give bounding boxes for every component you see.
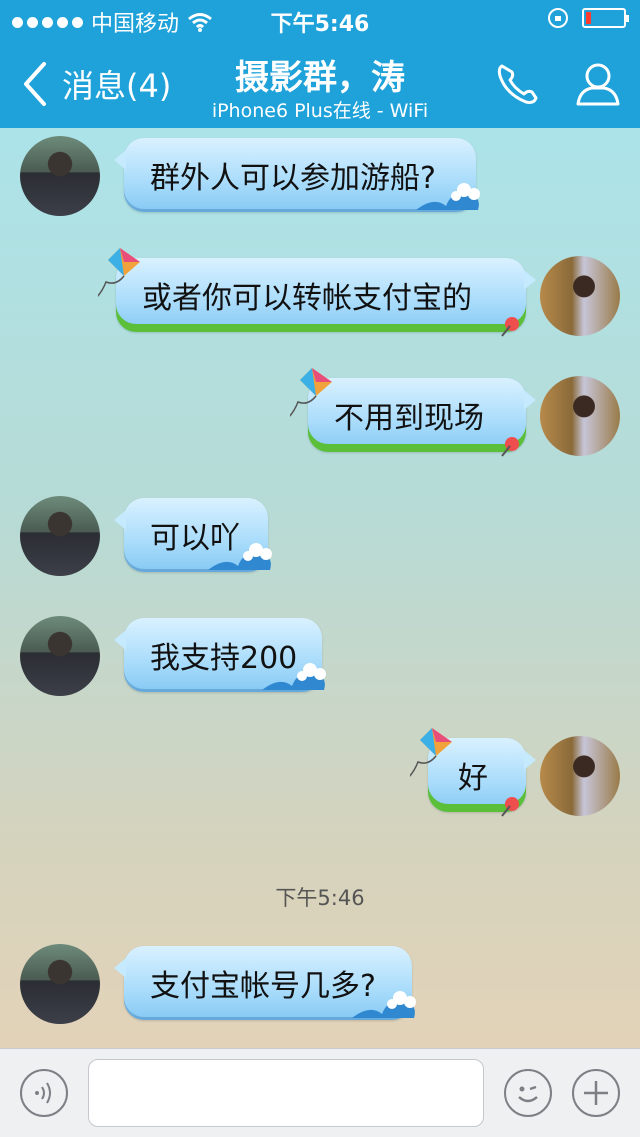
- message-text: 支付宝帐号几多?: [150, 969, 376, 1004]
- pushpin-decoration-icon: [501, 797, 519, 817]
- chat-header: 消息(4) 摄影群，涛 iPhone6 Plus在线 - WiFi: [0, 40, 640, 128]
- kite-decoration-icon: [98, 248, 140, 297]
- plus-icon: [584, 1081, 608, 1105]
- battery-icon: [582, 8, 629, 28]
- self-avatar[interactable]: [540, 256, 620, 336]
- contact-profile-icon[interactable]: [572, 58, 624, 110]
- voice-input-button[interactable]: [20, 1069, 68, 1117]
- pushpin-decoration-icon: [501, 437, 519, 457]
- message-bubble-outgoing[interactable]: 不用到现场: [290, 368, 536, 457]
- battery-level: [586, 12, 591, 24]
- wave-decoration-icon: [262, 663, 326, 690]
- wave-decoration-icon: [208, 543, 272, 570]
- pushpin-decoration-icon: [501, 317, 519, 337]
- message-bubble-incoming[interactable]: 支付宝帐号几多?: [114, 946, 416, 1020]
- message-bubble-outgoing[interactable]: 或者你可以转帐支付宝的: [98, 248, 536, 337]
- message-input[interactable]: [88, 1059, 484, 1127]
- wave-decoration-icon: [352, 991, 416, 1018]
- self-avatar[interactable]: [540, 736, 620, 816]
- sender-avatar[interactable]: [20, 136, 100, 216]
- kite-decoration-icon: [410, 728, 452, 777]
- sender-avatar[interactable]: [20, 496, 100, 576]
- message-text: 群外人可以参加游船?: [150, 161, 436, 196]
- status-time: 下午5:46: [270, 12, 370, 37]
- sender-avatar[interactable]: [20, 616, 100, 696]
- orientation-lock-icon: [548, 8, 568, 28]
- status-bar: 中国移动 下午5:46: [0, 0, 640, 40]
- phone-icon[interactable]: [492, 58, 544, 110]
- chat-title: 摄影群，涛: [235, 58, 405, 98]
- message-text: 或者你可以转帐支付宝的: [142, 281, 472, 316]
- message-bubble-incoming[interactable]: 可以吖: [114, 498, 272, 572]
- wave-decoration-icon: [416, 183, 480, 210]
- message-text: 不用到现场: [334, 401, 484, 436]
- message-bubble-incoming[interactable]: 我支持200: [114, 618, 326, 692]
- kite-decoration-icon: [290, 368, 332, 417]
- voice-icon: [35, 1082, 51, 1104]
- emoji-icon: [518, 1085, 538, 1103]
- emoji-button[interactable]: [504, 1069, 552, 1117]
- message-bubble-outgoing[interactable]: 好: [410, 728, 536, 817]
- message-bubble-incoming[interactable]: 群外人可以参加游船?: [114, 138, 480, 212]
- self-avatar[interactable]: [540, 376, 620, 456]
- message-input-bar: [0, 1048, 640, 1137]
- message-text: 好: [458, 761, 488, 796]
- sender-avatar[interactable]: [20, 944, 100, 1024]
- more-options-button[interactable]: [572, 1069, 620, 1117]
- status-right: [548, 8, 629, 28]
- timestamp-divider: 下午5:46: [275, 886, 365, 910]
- chat-subtitle: iPhone6 Plus在线 - WiFi: [211, 100, 429, 122]
